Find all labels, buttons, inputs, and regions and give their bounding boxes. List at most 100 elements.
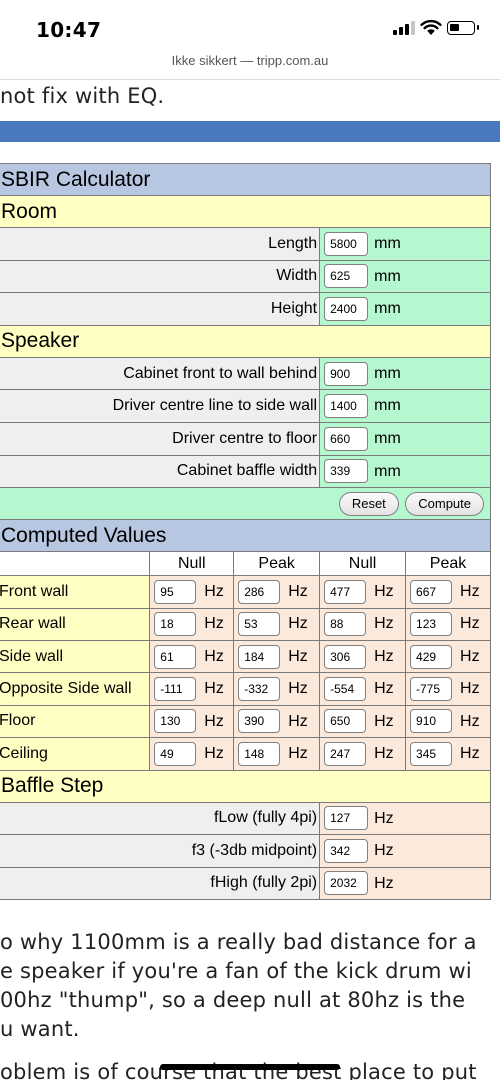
ceiling-null-1[interactable]: 49 [154,741,197,766]
row-label-ceiling: Ceiling [0,737,151,771]
length-label: Length [0,227,321,261]
hz-unit: Hz [288,647,308,665]
article-paragraph-top: not fix with EQ. [0,84,165,108]
front-wall-null-2[interactable]: 477 [324,579,367,604]
height-label: Height [0,292,321,326]
article-line-2: e speaker if you're a fan of the kick dr… [0,959,472,983]
article-line-5: oblem is of course that the best place t… [0,1060,477,1080]
table-row: Front wall 95 Hz 286 Hz 477 Hz 667 Hz [0,575,491,609]
front-wall-null-1[interactable]: 95 [154,579,197,604]
hz-unit: Hz [374,745,394,763]
hz-unit: Hz [460,583,480,601]
hz-unit: Hz [204,712,224,730]
driver-floor-unit: mm [374,430,401,447]
f3-output[interactable]: 342 [324,838,369,863]
driver-side-wall-label: Driver centre line to side wall [0,389,321,423]
driver-floor-input[interactable]: 660 [324,426,369,451]
url-text: Ikke sikkert — tripp.com.au [171,53,329,68]
opposite-side-wall-peak-2[interactable]: -775 [410,677,453,702]
opposite-side-wall-null-1[interactable]: -111 [154,677,197,702]
flow-output[interactable]: 127 [324,806,369,831]
rear-wall-null-2[interactable]: 88 [324,612,367,637]
floor-null-1[interactable]: 130 [154,709,197,734]
home-indicator[interactable] [160,1064,340,1070]
width-label: Width [0,259,321,294]
hz-unit: Hz [288,583,308,601]
side-wall-null-1[interactable]: 61 [154,644,197,669]
length-input[interactable]: 5800 [324,231,369,256]
hz-unit: Hz [374,647,394,665]
column-header-null-2: Null [319,551,407,577]
column-header-null-1: Null [149,551,235,577]
driver-floor-label: Driver centre to floor [0,421,321,456]
fhigh-output[interactable]: 2032 [324,871,369,896]
baffle-width-label: Cabinet baffle width [0,454,321,489]
cabinet-front-input[interactable]: 900 [324,361,369,386]
row-label-opposite-side-wall: Opposite Side wall [0,672,151,706]
computed-values-heading: Computed Values [0,519,491,553]
reset-button[interactable]: Reset [338,491,399,516]
battery-icon [447,21,479,35]
section-divider [0,121,500,142]
room-heading: Room [0,195,491,228]
floor-null-2[interactable]: 650 [324,709,367,734]
sbir-calculator: SBIR Calculator Room Length 5800 mm Width… [0,163,491,901]
baffle-width-unit: mm [374,462,401,480]
article-line-1: o why 1100mm is a really bad distance fo… [0,930,477,954]
table-row: Rear wall 18 Hz 53 Hz 88 Hz 123 Hz [0,607,491,641]
row-label-floor: Floor [0,704,151,739]
front-wall-peak-2[interactable]: 667 [410,579,453,604]
speaker-heading: Speaker [0,324,491,358]
height-input[interactable]: 2400 [324,296,369,321]
hz-unit: Hz [460,615,480,633]
rear-wall-null-1[interactable]: 18 [154,612,197,637]
hz-unit: Hz [374,712,394,730]
column-header-peak-2: Peak [405,551,491,577]
front-wall-peak-1[interactable]: 286 [238,579,281,604]
opposite-side-wall-peak-1[interactable]: -332 [238,677,281,702]
cellular-signal-icon [393,21,415,35]
width-input[interactable]: 625 [324,264,369,289]
compute-button[interactable]: Compute [405,491,484,516]
hz-unit: Hz [374,680,394,698]
hz-unit: Hz [460,712,480,730]
hz-unit: Hz [288,680,308,698]
address-bar[interactable]: Ikke sikkert — tripp.com.au [0,50,500,80]
side-wall-peak-2[interactable]: 429 [410,644,453,669]
side-wall-peak-1[interactable]: 184 [238,644,281,669]
ceiling-peak-1[interactable]: 148 [238,741,281,766]
hz-unit: Hz [288,615,308,633]
opposite-side-wall-null-2[interactable]: -554 [324,677,367,702]
fhigh-unit: Hz [374,874,394,892]
table-row: Floor 130 Hz 390 Hz 650 Hz 910 Hz [0,704,491,739]
ceiling-peak-2[interactable]: 345 [410,741,453,766]
row-label-front-wall: Front wall [0,575,151,609]
baffle-width-input[interactable]: 339 [324,459,369,484]
hz-unit: Hz [204,583,224,601]
column-header-peak-1: Peak [233,551,321,577]
side-wall-null-2[interactable]: 306 [324,644,367,669]
article-line-4: u want. [0,1017,80,1041]
flow-unit: Hz [374,809,394,827]
cabinet-front-label: Cabinet front to wall behind [0,356,321,391]
hz-unit: Hz [460,745,480,763]
floor-peak-1[interactable]: 390 [238,709,281,734]
rear-wall-peak-1[interactable]: 53 [238,612,281,637]
row-label-side-wall: Side wall [0,639,151,674]
hz-unit: Hz [374,615,394,633]
ceiling-null-2[interactable]: 247 [324,741,367,766]
driver-side-wall-input[interactable]: 1400 [324,394,369,419]
status-bar: 10:47 [0,0,500,50]
column-header-blank [0,551,151,577]
floor-peak-2[interactable]: 910 [410,709,453,734]
hz-unit: Hz [374,583,394,601]
rear-wall-peak-2[interactable]: 123 [410,612,453,637]
article-line-3: 00hz "thump", so a deep null at 80hz is … [0,988,466,1012]
fhigh-label: fHigh (fully 2pi) [0,866,321,901]
wifi-icon [420,19,442,35]
baffle-step-heading: Baffle Step [0,769,491,803]
table-row: Ceiling 49 Hz 148 Hz 247 Hz 345 Hz [0,737,491,771]
table-row: Opposite Side wall -111 Hz -332 Hz -554 Hz … [0,672,491,706]
flow-label: fLow (fully 4pi) [0,801,321,836]
hz-unit: Hz [204,745,224,763]
